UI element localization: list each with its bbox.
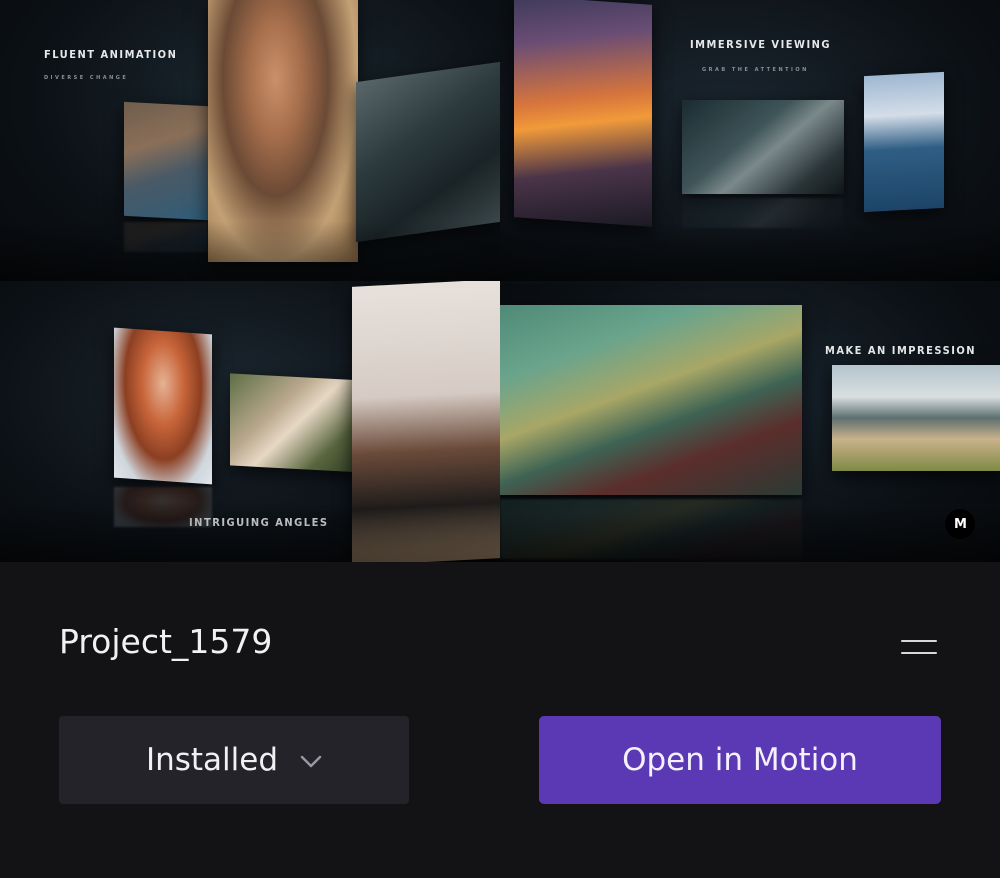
preview-photo-man-headphones — [352, 281, 500, 562]
preview-photo-woman-portrait — [208, 0, 358, 262]
template-preview[interactable]: FLUENT ANIMATION DIVERSE CHANGE IMMERSIV… — [0, 0, 1000, 562]
preview-photo-flowers — [230, 373, 366, 473]
install-status-label: Installed — [145, 742, 279, 778]
preview-photo-redhead-woman — [114, 327, 212, 485]
preview-reflection — [500, 499, 802, 559]
more-options-button[interactable] — [900, 636, 938, 660]
preview-reflection — [124, 222, 208, 252]
preview-photo-man-green-car — [500, 305, 802, 495]
scene-subheading: DIVERSE CHANGE — [44, 75, 129, 81]
open-in-motion-button[interactable]: Open in Motion — [539, 716, 941, 804]
scene-subheading: GRAB THE ATTENTION — [702, 67, 809, 73]
scene-heading: INTRIGUING ANGLES — [189, 516, 329, 529]
preview-scene-fluent: FLUENT ANIMATION DIVERSE CHANGE — [0, 0, 500, 281]
preview-photo-man-in-car — [356, 61, 500, 243]
scene-heading: MAKE AN IMPRESSION — [825, 344, 977, 357]
preview-photo-coastline — [832, 365, 1000, 471]
preview-reflection — [682, 198, 844, 228]
preview-photo-car-mirror — [682, 100, 844, 194]
preview-reflection — [114, 487, 212, 527]
project-title: Project_1579 — [59, 622, 273, 661]
preview-photo-bridge — [864, 71, 944, 213]
preview-scene-impression: MAKE AN IMPRESSION — [500, 281, 1000, 562]
scene-heading: IMMERSIVE VIEWING — [690, 38, 832, 51]
open-in-motion-label: Open in Motion — [622, 742, 858, 778]
template-card: FLUENT ANIMATION DIVERSE CHANGE IMMERSIV… — [0, 0, 1000, 878]
scene-heading: FLUENT ANIMATION — [44, 48, 178, 61]
preview-photo-brick-wall — [124, 101, 208, 221]
motion-logo-icon: M — [945, 509, 975, 539]
install-status-dropdown[interactable]: Installed — [59, 716, 409, 804]
brand-mark-text: M — [954, 516, 967, 532]
preview-photo-sunset-sky — [514, 0, 652, 227]
preview-scene-immersive: IMMERSIVE VIEWING GRAB THE ATTENTION — [500, 0, 1000, 281]
chevron-down-icon — [300, 755, 322, 768]
preview-scene-intriguing: INTRIGUING ANGLES — [0, 281, 500, 562]
